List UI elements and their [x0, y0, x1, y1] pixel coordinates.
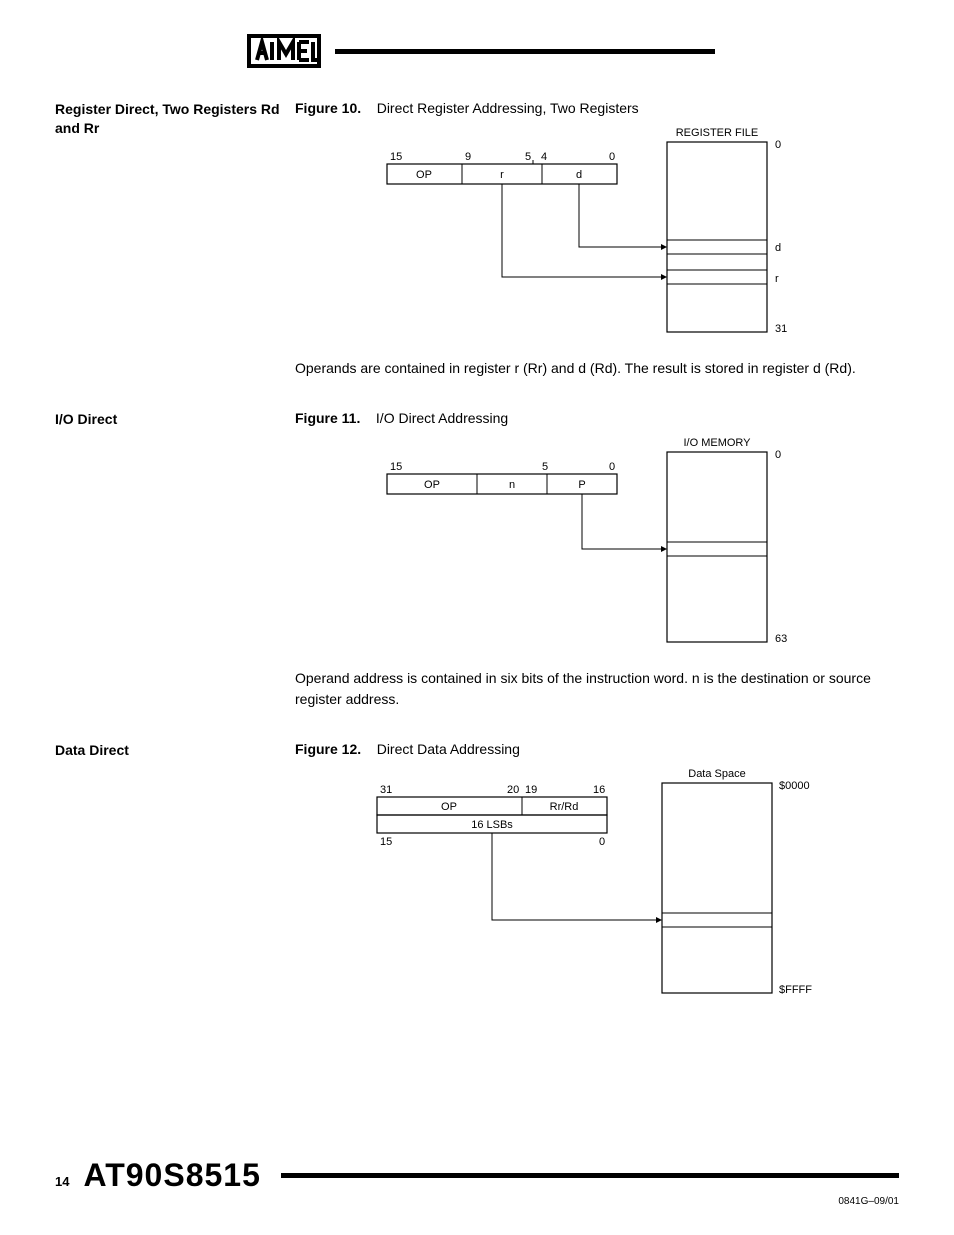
content-3: Figure 12. Direct Data Addressing Data S… — [295, 741, 899, 1019]
io-mark-0: 0 — [775, 449, 781, 461]
field-lsbs: 16 LSBs — [471, 819, 513, 831]
bit-31: 31 — [380, 784, 392, 796]
side-heading-2: I/O Direct — [55, 410, 295, 429]
mark-d: d — [775, 242, 781, 254]
header-rule — [335, 49, 715, 54]
io-memory-title: I/O MEMORY — [683, 437, 751, 449]
io-field-op: OP — [424, 479, 440, 491]
io-field-n: n — [509, 479, 515, 491]
mark-31: 31 — [775, 323, 787, 335]
field-d: d — [576, 169, 582, 181]
field-rrrd: Rr/Rd — [550, 801, 579, 813]
bit-15b: 15 — [380, 836, 392, 848]
ds-mark-top: $0000 — [779, 780, 810, 792]
content-2: Figure 11. I/O Direct Addressing I/O MEM… — [295, 410, 899, 727]
section-io-direct: I/O Direct Figure 11. I/O Direct Address… — [55, 410, 899, 727]
bit-15: 15 — [390, 151, 402, 163]
figure12-diagram: Data Space $0000 $FFFF 31 20 19 16 15 0 — [295, 765, 899, 1001]
page: Register Direct, Two Registers Rd and Rr… — [0, 0, 954, 1235]
field-op: OP — [416, 169, 432, 181]
header-row — [55, 30, 899, 72]
section2-body: Operand address is contained in six bits… — [295, 668, 899, 709]
io-mark-63: 63 — [775, 633, 787, 645]
figure11-label: Figure 11. — [295, 410, 360, 426]
io-bit-0: 0 — [609, 461, 615, 473]
product-name: AT90S8515 — [83, 1157, 260, 1194]
bit-0: 0 — [609, 151, 615, 163]
figure10-caption: Figure 10. Direct Register Addressing, T… — [295, 100, 899, 116]
footer-rule — [281, 1173, 899, 1178]
figure11-title: I/O Direct Addressing — [376, 410, 508, 426]
data-space-title: Data Space — [688, 768, 745, 780]
figure12-title: Direct Data Addressing — [377, 741, 520, 757]
atmel-logo — [239, 30, 329, 72]
bit-0b: 0 — [599, 836, 605, 848]
field-op-dd: OP — [441, 801, 457, 813]
io-bit-15: 15 — [390, 461, 402, 473]
section-register-direct: Register Direct, Two Registers Rd and Rr… — [55, 100, 899, 396]
bit-5: 5 — [525, 151, 531, 163]
section-data-direct: Data Direct Figure 12. Direct Data Addre… — [55, 741, 899, 1019]
figure12-label: Figure 12. — [295, 741, 361, 757]
content-1: Figure 10. Direct Register Addressing, T… — [295, 100, 899, 396]
mark-0: 0 — [775, 139, 781, 151]
bit-19: 19 — [525, 784, 537, 796]
section1-body: Operands are contained in register r (Rr… — [295, 358, 899, 378]
bit-9: 9 — [465, 151, 471, 163]
footer-top: 14 AT90S8515 — [55, 1157, 899, 1194]
doc-revision: 0841G–09/01 — [55, 1196, 899, 1207]
page-number: 14 — [55, 1174, 69, 1189]
bit-20: 20 — [507, 784, 519, 796]
side-heading-3: Data Direct — [55, 741, 295, 760]
bit-4: 4 — [541, 151, 547, 163]
side-heading-1: Register Direct, Two Registers Rd and Rr — [55, 100, 295, 138]
io-field-p: P — [578, 479, 585, 491]
figure11-diagram: I/O MEMORY 0 63 15 5 0 OP n P — [295, 434, 899, 650]
register-file-title: REGISTER FILE — [676, 127, 759, 139]
figure11-caption: Figure 11. I/O Direct Addressing — [295, 410, 899, 426]
figure10-diagram: REGISTER FILE 0 d r 31 — [295, 124, 899, 340]
figure10-title: Direct Register Addressing, Two Register… — [377, 100, 639, 116]
field-r: r — [500, 169, 504, 181]
mark-r: r — [775, 273, 779, 285]
figure10-label: Figure 10. — [295, 100, 361, 116]
bit-16: 16 — [593, 784, 605, 796]
io-bit-5: 5 — [542, 461, 548, 473]
footer: 14 AT90S8515 0841G–09/01 — [55, 1157, 899, 1207]
ds-mark-bot: $FFFF — [779, 984, 812, 996]
figure12-caption: Figure 12. Direct Data Addressing — [295, 741, 899, 757]
